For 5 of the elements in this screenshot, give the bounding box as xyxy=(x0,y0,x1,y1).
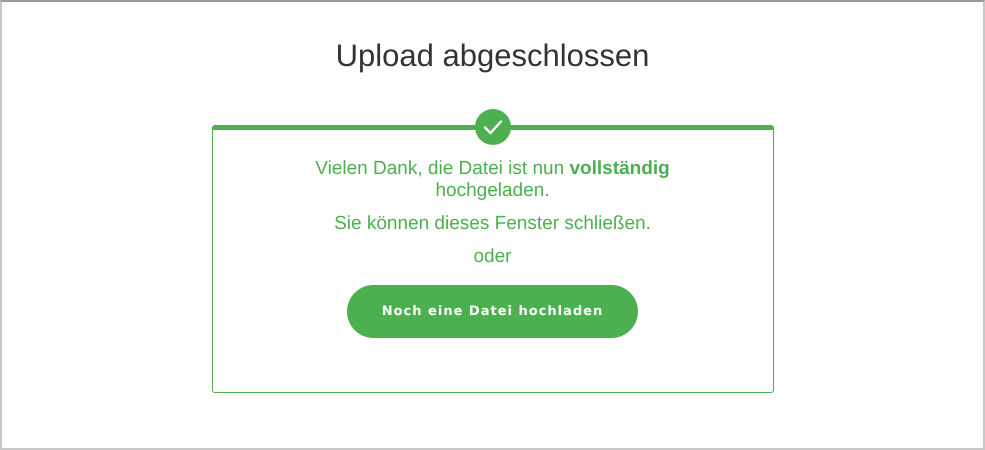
separator-text: oder xyxy=(473,246,512,268)
page-title: Upload abgeschlossen xyxy=(336,38,650,74)
close-hint: Sie können dieses Fenster schließen. xyxy=(334,213,651,235)
upload-another-button[interactable]: Noch eine Datei hochladen xyxy=(347,285,638,338)
success-message: Vielen Dank, die Datei ist nun vollständig hochgeladen. xyxy=(314,158,671,202)
